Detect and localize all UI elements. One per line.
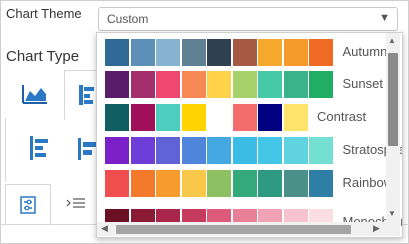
color-swatch: [283, 170, 308, 197]
color-swatch: [258, 170, 282, 197]
color-swatch: [156, 104, 180, 131]
color-swatch: [309, 137, 333, 164]
scrollbar-corner: [386, 222, 400, 236]
theme-option-label: Autumn: [342, 44, 388, 59]
color-swatch: [156, 170, 180, 197]
color-swatch: [181, 39, 206, 66]
color-swatch: [105, 170, 129, 197]
color-swatch: [181, 137, 206, 164]
color-swatch: [156, 39, 180, 66]
chart-theme-selected-value: Custom: [107, 12, 149, 26]
chart-theme-select[interactable]: Custom ▼: [98, 7, 398, 31]
color-swatch: [207, 104, 231, 131]
horizontal-bar-icon[interactable]: [30, 135, 52, 161]
color-swatch: [232, 104, 257, 131]
color-swatch: [309, 71, 333, 98]
color-swatch: [156, 137, 180, 164]
color-swatch: [207, 137, 231, 164]
color-swatch: [105, 137, 129, 164]
scroll-left-icon[interactable]: ◀: [101, 223, 108, 234]
color-swatch: [232, 71, 257, 98]
color-swatch: [130, 170, 155, 197]
horizontal-scroll-thumb[interactable]: [116, 225, 351, 234]
theme-dropdown-list[interactable]: AutumnSunsetContrastStratosphereRainbowM…: [96, 32, 403, 238]
color-swatch: [283, 39, 308, 66]
color-swatch: [181, 104, 206, 131]
color-swatch: [181, 71, 206, 98]
theme-option-label: Sunset: [342, 76, 383, 91]
scroll-up-icon[interactable]: ▲: [388, 36, 396, 45]
settings-sliders-icon: [20, 196, 36, 214]
color-swatch: [283, 137, 308, 164]
stacked-bar-icon[interactable]: [78, 138, 98, 162]
list-indent-icon[interactable]: [66, 197, 86, 211]
color-swatch: [283, 104, 308, 131]
color-swatch: [181, 170, 206, 197]
color-swatch: [309, 170, 333, 197]
color-swatch: [156, 71, 180, 98]
color-swatch: [207, 39, 231, 66]
color-swatch: [130, 71, 155, 98]
bar-chart-icon: [79, 85, 94, 105]
theme-option-label: Contrast: [317, 109, 367, 124]
color-swatch: [309, 39, 333, 66]
color-swatch: [232, 39, 257, 66]
chart-theme-label: Chart Theme: [6, 6, 82, 21]
color-swatch: [105, 71, 129, 98]
chart-type-tab-area[interactable]: [5, 70, 67, 120]
color-swatch: [130, 137, 155, 164]
scroll-right-icon[interactable]: ▶: [373, 223, 380, 234]
color-swatch: [105, 104, 129, 131]
color-swatch: [258, 137, 282, 164]
chevron-down-icon[interactable]: ▼: [379, 12, 390, 24]
color-swatch: [232, 137, 257, 164]
color-swatch: [258, 39, 282, 66]
color-swatch: [207, 71, 231, 98]
format-tab[interactable]: [5, 184, 51, 226]
color-swatch: [232, 170, 257, 197]
color-swatch: [105, 39, 129, 66]
scroll-down-icon[interactable]: ▼: [388, 209, 396, 218]
color-swatch: [130, 39, 155, 66]
vertical-scroll-thumb[interactable]: [388, 53, 398, 146]
color-swatch: [207, 170, 231, 197]
color-swatch: [283, 71, 308, 98]
color-swatch: [258, 104, 282, 131]
color-swatch: [130, 104, 155, 131]
area-chart-icon: [22, 85, 47, 104]
color-swatch: [258, 71, 282, 98]
chart-type-label: Chart Type: [6, 48, 80, 65]
